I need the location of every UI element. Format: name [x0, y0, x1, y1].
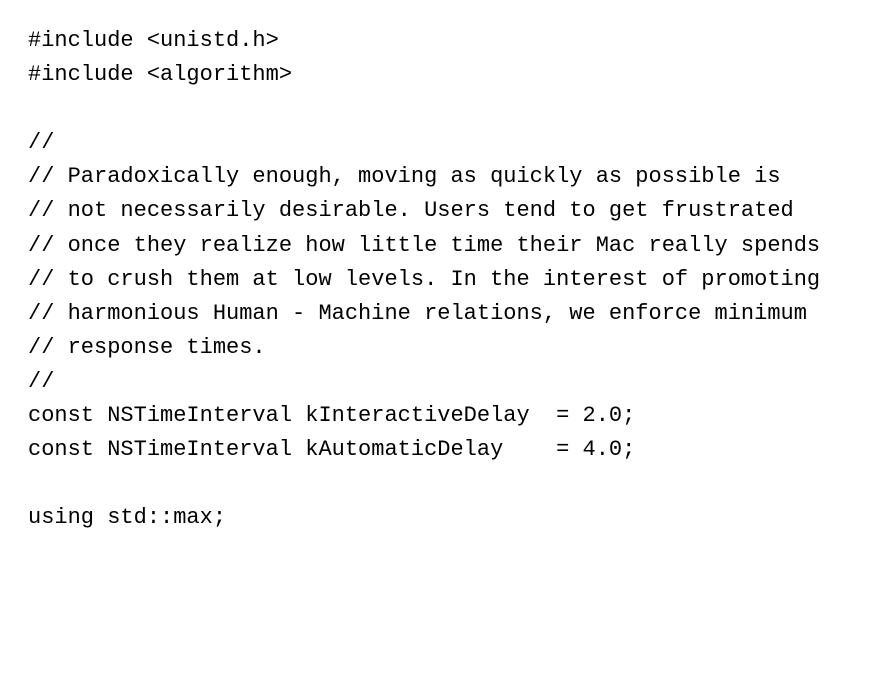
code-block: #include <unistd.h> #include <algorithm>…	[0, 0, 888, 675]
